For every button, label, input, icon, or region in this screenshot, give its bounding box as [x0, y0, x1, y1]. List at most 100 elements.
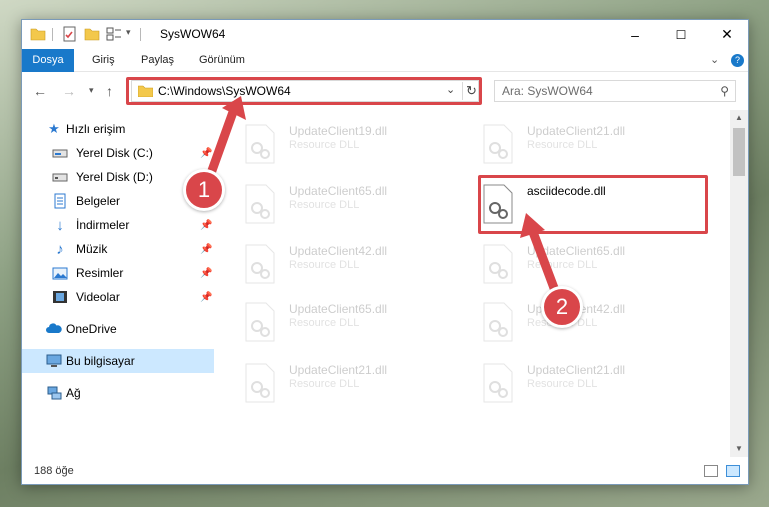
- nav-item-label: Müzik: [76, 242, 108, 256]
- pin-icon: 📌: [200, 291, 213, 303]
- pin-icon: 📌: [200, 243, 213, 255]
- nav-item-label: Hızlı erişim: [66, 122, 126, 136]
- forward-arrow-icon[interactable]: →: [62, 83, 76, 99]
- nav-item-quick-access[interactable]: ★ Hızlı erişim: [22, 117, 214, 141]
- drive-icon: [52, 149, 68, 158]
- highlight-file-box: [478, 175, 708, 234]
- search-placeholder: Ara: SysWOW64: [502, 84, 593, 98]
- file-name: UpdateClient21.dll: [289, 363, 388, 377]
- vertical-scrollbar[interactable]: ▲ ▼: [730, 110, 748, 457]
- details-view-icon[interactable]: [704, 465, 718, 477]
- file-item[interactable]: UpdateClient19.dll Resource DLL: [222, 116, 452, 170]
- search-icon[interactable]: ⚲: [720, 84, 729, 98]
- properties-icon[interactable]: [62, 26, 78, 42]
- new-folder-icon[interactable]: [84, 26, 100, 42]
- pictures-icon: [52, 267, 68, 280]
- file-name: UpdateClient19.dll: [289, 124, 388, 138]
- dll-file-icon: [245, 302, 275, 342]
- documents-icon: [54, 193, 66, 209]
- file-type: Resource DLL: [289, 378, 360, 390]
- window-title: SysWOW64: [160, 27, 226, 41]
- address-row: ← → ▾ ↑ C:\Windows\SysWOW64 ⌄ ↻ Ara: Sys…: [22, 72, 748, 110]
- file-name: UpdateClient65.dll: [289, 184, 388, 198]
- nav-item-label: Ağ: [66, 386, 81, 400]
- dll-file-icon: [483, 363, 513, 403]
- nav-item-pictures[interactable]: Resimler 📌: [22, 261, 214, 285]
- file-item[interactable]: UpdateClient21.dll Resource DLL: [460, 116, 690, 170]
- title-separator: [140, 28, 141, 41]
- nav-item-videos[interactable]: Videolar 📌: [22, 285, 214, 309]
- callout-badge-1: 1: [183, 169, 225, 211]
- nav-item-label: Yerel Disk (D:): [76, 170, 153, 184]
- minimize-button[interactable]: –: [612, 20, 658, 49]
- file-explorer-window: ▾ SysWOW64 – ☐ ✕ Dosya Giriş Paylaş Görü…: [21, 19, 749, 485]
- dll-file-icon: [483, 124, 513, 164]
- nav-item-network[interactable]: Ağ: [22, 381, 214, 405]
- status-bar: 188 öğe: [22, 460, 748, 484]
- ribbon-tabs: Dosya Giriş Paylaş Görünüm ⌄ ?: [22, 49, 748, 103]
- star-icon: ★: [48, 121, 60, 136]
- callout-badge-2: 2: [541, 286, 583, 328]
- nav-item-onedrive[interactable]: OneDrive: [22, 317, 214, 341]
- file-item[interactable]: UpdateClient65.dll Resource DLL: [222, 176, 452, 230]
- download-icon: ↓: [56, 216, 64, 234]
- item-count: 188 öğe: [34, 465, 74, 477]
- tab-share[interactable]: Paylaş: [141, 49, 174, 72]
- network-icon: [47, 386, 62, 400]
- help-icon[interactable]: ?: [731, 54, 744, 67]
- back-arrow-icon[interactable]: ←: [33, 83, 47, 99]
- music-icon: ♪: [56, 240, 64, 258]
- tab-home[interactable]: Giriş: [92, 49, 115, 72]
- nav-item-downloads[interactable]: ↓ İndirmeler 📌: [22, 213, 214, 237]
- dll-file-icon: [245, 244, 275, 284]
- video-icon: [53, 291, 67, 303]
- dll-file-icon: [245, 124, 275, 164]
- file-list: UpdateClient19.dll Resource DLL UpdateCl…: [222, 110, 730, 457]
- cloud-icon: [46, 323, 62, 333]
- view-options-icon[interactable]: [106, 26, 122, 42]
- file-type: Resource DLL: [289, 139, 360, 151]
- nav-item-this-pc[interactable]: Bu bilgisayar: [22, 349, 214, 373]
- file-item[interactable]: UpdateClient65.dll Resource DLL: [460, 236, 690, 290]
- up-arrow-icon[interactable]: ↑: [106, 83, 113, 99]
- title-separator: [52, 28, 53, 41]
- nav-item-label: Belgeler: [76, 194, 121, 208]
- file-name: UpdateClient65.dll: [527, 244, 626, 258]
- file-item[interactable]: UpdateClient21.dll Resource DLL: [222, 355, 452, 409]
- file-type: Resource DLL: [527, 378, 598, 390]
- file-item[interactable]: UpdateClient42.dll Resource DLL: [222, 236, 452, 290]
- title-bar: ▾ SysWOW64 – ☐ ✕: [22, 20, 748, 49]
- file-item[interactable]: UpdateClient21.dll Resource DLL: [460, 355, 690, 409]
- nav-item-music[interactable]: ♪ Müzik 📌: [22, 237, 214, 261]
- nav-item-label: Resimler: [76, 266, 124, 280]
- search-input[interactable]: Ara: SysWOW64 ⚲: [494, 80, 736, 102]
- pin-icon: 📌: [200, 267, 213, 279]
- tab-view[interactable]: Görünüm: [199, 49, 245, 72]
- nav-item-local-disk-c[interactable]: Yerel Disk (C:) 📌: [22, 141, 214, 165]
- file-name: UpdateClient65.dll: [289, 302, 388, 316]
- ribbon-expand-icon[interactable]: ⌄: [710, 53, 719, 66]
- file-item[interactable]: UpdateClient65.dll Resource DLL: [222, 294, 452, 348]
- maximize-button[interactable]: ☐: [658, 20, 704, 49]
- pin-icon: 📌: [200, 219, 213, 231]
- dll-file-icon: [245, 363, 275, 403]
- file-name: UpdateClient42.dll: [289, 244, 388, 258]
- dll-file-icon: [245, 184, 275, 224]
- highlight-address-box: [126, 77, 482, 105]
- scroll-up-icon[interactable]: ▲: [730, 110, 748, 126]
- computer-icon: [46, 354, 62, 367]
- pin-icon: 📌: [200, 147, 213, 159]
- drive-icon: [52, 173, 68, 182]
- nav-item-label: Yerel Disk (C:): [76, 146, 153, 160]
- scroll-down-icon[interactable]: ▼: [730, 441, 748, 457]
- nav-item-label: Bu bilgisayar: [66, 354, 135, 368]
- dll-file-icon: [483, 244, 513, 284]
- recent-locations-chevron-icon[interactable]: ▾: [89, 85, 94, 96]
- file-type: Resource DLL: [527, 259, 598, 271]
- dll-file-icon: [483, 302, 513, 342]
- scrollbar-thumb[interactable]: [733, 128, 745, 176]
- nav-item-label: OneDrive: [66, 322, 117, 336]
- close-button[interactable]: ✕: [704, 20, 750, 49]
- large-icons-view-icon[interactable]: [726, 465, 740, 477]
- folder-icon: [30, 28, 46, 41]
